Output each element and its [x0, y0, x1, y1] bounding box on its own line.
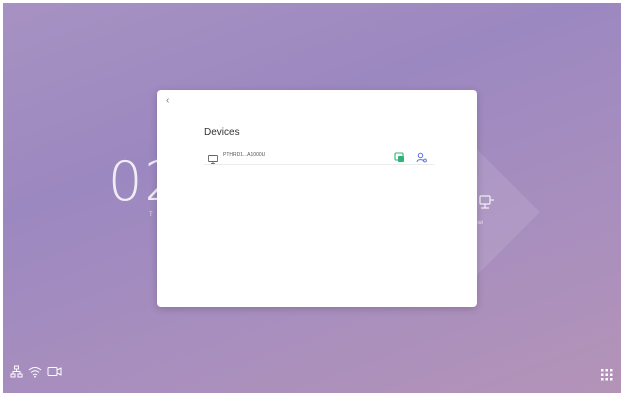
wifi-icon[interactable]: [28, 365, 42, 383]
screen-share-icon[interactable]: [394, 150, 405, 168]
user-settings-icon[interactable]: [416, 150, 427, 168]
dialog-title: Devices: [204, 127, 240, 138]
back-chevron-icon[interactable]: ‹: [166, 95, 169, 106]
background-clock-subtext: T: [149, 212, 153, 218]
camera-icon[interactable]: [47, 365, 62, 383]
output-label: out: [476, 220, 483, 226]
app-grid-icon[interactable]: [601, 368, 613, 386]
device-row[interactable]: PTHRD1...A1000U: [204, 148, 434, 165]
network-icon[interactable]: [10, 365, 23, 383]
status-bar: [10, 365, 62, 383]
output-icon: [477, 193, 495, 218]
device-name: PTHRD1...A1000U: [223, 152, 266, 158]
monitor-icon: [208, 151, 218, 169]
devices-dialog: ‹ Devices PTHRD1...A1000U: [157, 90, 477, 307]
